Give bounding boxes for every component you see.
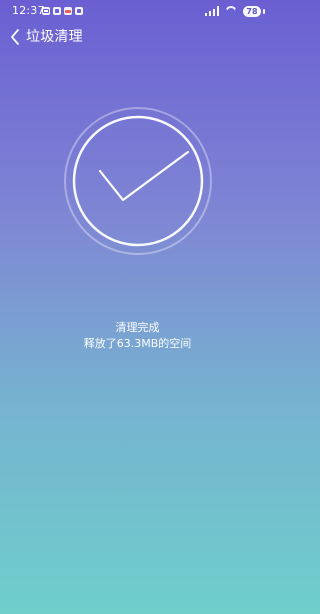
battery-level: 78 (243, 5, 261, 17)
signal-icon (205, 6, 219, 16)
notification-icons (42, 6, 83, 16)
battery-indicator: 78 (243, 5, 265, 17)
square-icon (53, 7, 61, 15)
mail-icon (42, 7, 50, 15)
wifi-icon (224, 6, 238, 16)
freed-space-text: 释放了63.3MB的空间 (83, 337, 192, 350)
message-icon (75, 7, 83, 15)
photo-icon (64, 7, 72, 15)
status-right: 78 (205, 4, 265, 18)
cleanup-result: 清理完成 释放了63.3MB的空间 (0, 320, 275, 352)
back-button[interactable] (7, 27, 23, 47)
app-header: 垃圾清理 (0, 22, 275, 52)
chevron-left-icon (11, 29, 19, 45)
page-title: 垃圾清理 (26, 29, 83, 45)
cleanup-complete-badge (60, 103, 216, 259)
battery-icon (263, 8, 265, 14)
status-time: 12:37 (12, 4, 45, 17)
check-icon (64, 107, 212, 255)
cleanup-status-text: 清理完成 (115, 321, 160, 334)
status-bar: 12:37 78 (0, 0, 275, 22)
